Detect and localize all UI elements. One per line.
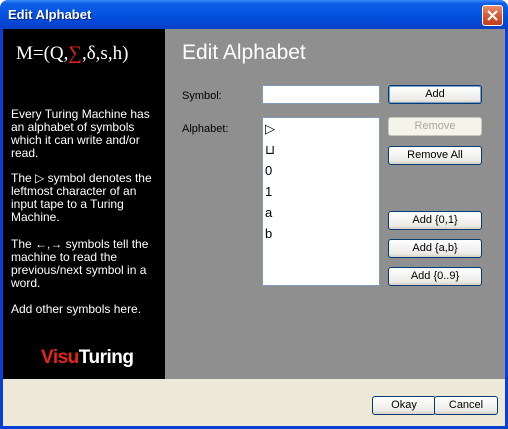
add-digits-button[interactable]: Add {0..9} — [388, 267, 482, 286]
title-bar[interactable]: Edit Alphabet — [0, 0, 508, 29]
add-ab-button[interactable]: Add {a,b} — [388, 239, 482, 258]
close-button[interactable] — [482, 5, 503, 26]
symbol-label: Symbol: — [182, 90, 222, 102]
info-side-panel: M=(Q,∑,δ,s,h) Every Turing Machine has a… — [3, 29, 165, 379]
info-paragraph-add: Add other symbols here. — [11, 302, 142, 316]
visuturing-logo: VisuTuring — [41, 347, 134, 368]
edit-alphabet-window: Edit Alphabet M=(Q,∑,δ,s,h) Every Turing… — [0, 0, 508, 429]
alphabet-label: Alphabet: — [182, 123, 229, 135]
list-item[interactable]: a — [265, 205, 272, 220]
info-paragraph-arrows: The ←,→ symbols tell the machine to read… — [11, 237, 149, 290]
main-panel: Edit Alphabet Symbol: Add Alphabet: ▷ ⊔ … — [165, 29, 505, 379]
add-binary-button[interactable]: Add {0,1} — [388, 211, 482, 230]
list-item[interactable]: 1 — [265, 184, 272, 199]
list-item[interactable]: 0 — [265, 163, 272, 178]
list-item[interactable]: ▷ — [265, 121, 275, 137]
list-item[interactable]: b — [265, 226, 272, 241]
symbol-input[interactable] — [262, 85, 380, 104]
okay-button[interactable]: Okay — [372, 396, 436, 415]
info-paragraph-start-symbol: The ▷ symbol denotes the leftmost charac… — [11, 171, 152, 224]
close-icon — [487, 10, 498, 21]
window-title: Edit Alphabet — [8, 7, 92, 22]
info-paragraph-alphabet: Every Turing Machine has an alphabet of … — [11, 107, 150, 160]
turing-machine-formula: M=(Q,∑,δ,s,h) — [16, 43, 129, 64]
add-button[interactable]: Add — [388, 85, 482, 104]
remove-button[interactable]: Remove — [388, 117, 482, 136]
alphabet-list[interactable]: ▷ ⊔ 0 1 a b — [262, 117, 380, 286]
remove-all-button[interactable]: Remove All — [388, 146, 482, 165]
cancel-button[interactable]: Cancel — [434, 396, 498, 415]
dialog-footer: Okay Cancel — [3, 379, 505, 426]
list-item[interactable]: ⊔ — [265, 142, 275, 158]
sigma-symbol: ∑ — [68, 43, 82, 64]
dialog-client: M=(Q,∑,δ,s,h) Every Turing Machine has a… — [3, 29, 505, 426]
page-title: Edit Alphabet — [182, 41, 306, 64]
